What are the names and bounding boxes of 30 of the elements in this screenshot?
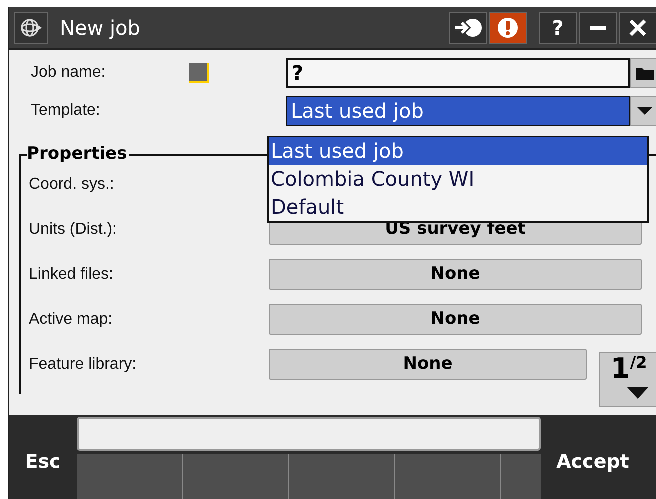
field-label: Feature library: bbox=[29, 356, 138, 374]
square-icon bbox=[189, 63, 209, 83]
login-button[interactable] bbox=[449, 12, 487, 44]
app-menu-button[interactable] bbox=[14, 12, 48, 44]
caret-icon bbox=[637, 106, 653, 116]
field-label: Template: bbox=[30, 102, 102, 120]
field-label: Linked files: bbox=[29, 266, 114, 284]
alert-button[interactable] bbox=[489, 12, 527, 44]
warning-icon bbox=[497, 16, 519, 38]
help-button[interactable]: ? bbox=[539, 12, 577, 44]
caret-icon bbox=[627, 387, 649, 399]
field-label: Units (Dist.): bbox=[29, 220, 118, 238]
minimize-icon bbox=[590, 26, 606, 30]
input-field[interactable]: ? bbox=[286, 58, 630, 88]
browse-button[interactable] bbox=[630, 58, 656, 88]
folder-icon bbox=[635, 65, 655, 81]
field-label: Active map: bbox=[29, 310, 114, 328]
arrow-into-circle-icon bbox=[453, 16, 483, 38]
value-button[interactable]: None bbox=[269, 304, 642, 335]
dropdown-option[interactable]: Colombia County WI bbox=[269, 165, 647, 193]
value-button[interactable]: None bbox=[269, 259, 642, 290]
group-title: Properties bbox=[27, 144, 130, 164]
field-label: Job name: bbox=[30, 64, 107, 82]
field-label: Coord. sys.: bbox=[29, 176, 116, 194]
dropdown-option[interactable]: Last used job bbox=[269, 137, 647, 165]
close-button[interactable] bbox=[619, 12, 656, 44]
minimize-button[interactable] bbox=[579, 12, 617, 44]
value-button[interactable]: None bbox=[269, 349, 587, 380]
close-icon bbox=[629, 18, 647, 36]
window-title: New job bbox=[60, 16, 142, 40]
